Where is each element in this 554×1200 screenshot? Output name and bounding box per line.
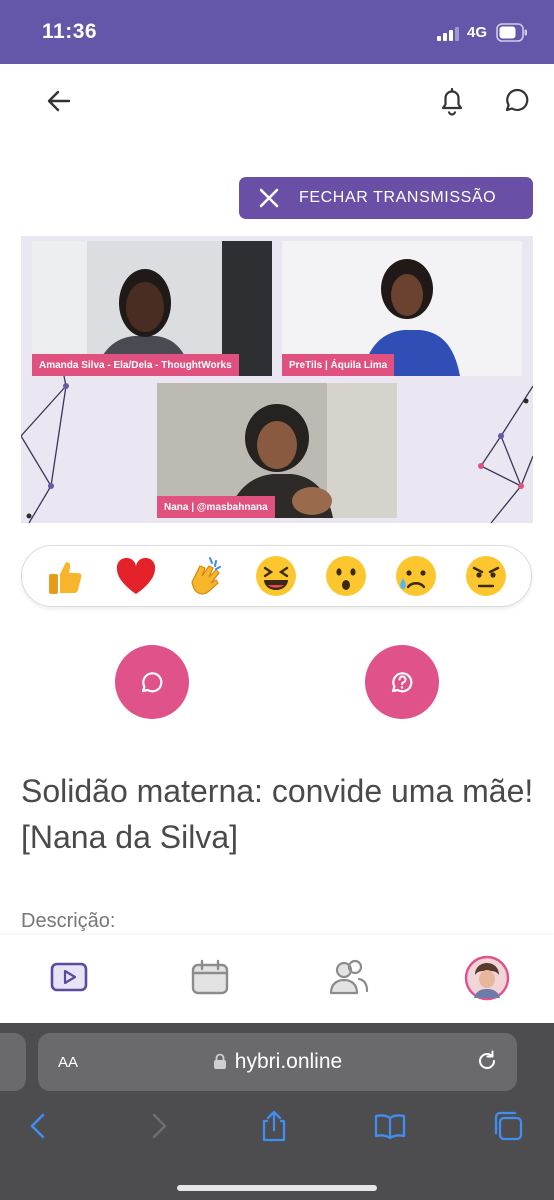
chat-bubble-icon[interactable] [499,84,533,118]
close-stream-label: FECHAR TRANSMISSÃO [299,189,497,206]
clapping-hands-icon[interactable] [182,552,230,600]
signal-icon [437,27,459,41]
live-video-tab-icon[interactable] [46,955,92,1001]
heart-icon[interactable] [112,552,160,600]
participants-tab-icon[interactable] [325,955,371,1001]
network-type: 4G [467,24,488,41]
participant-tile: PreTils | Áquila Lima [282,241,522,376]
sad-face-icon[interactable] [392,552,440,600]
app-header [0,64,554,144]
back-icon[interactable] [22,1109,56,1143]
laughing-face-icon[interactable] [252,552,300,600]
tabs-icon[interactable] [491,1109,525,1143]
close-stream-button[interactable]: FECHAR TRANSMISSÃO [239,177,533,219]
participant-caption: Nana | @masbahnana [157,496,275,518]
app-tab-bar [0,935,554,1023]
angry-face-icon[interactable] [462,552,510,600]
event-title: Solidão materna: convide uma mãe! [Nana … [21,773,534,855]
browser-toolbar: AA hybri.online [0,1023,554,1200]
previous-tab-preview[interactable] [0,1033,26,1091]
participant-tile: Nana | @masbahnana [157,383,397,518]
address-bar[interactable]: AA hybri.online [38,1033,517,1091]
forward-icon[interactable] [141,1109,175,1143]
surprised-face-icon[interactable] [322,552,370,600]
share-icon[interactable] [257,1109,291,1143]
status-bar: 11:36 4G [0,0,554,64]
close-icon [239,187,299,209]
video-stage: Amanda Silva - Ela/Dela - ThoughtWorks P… [21,236,533,523]
calendar-tab-icon[interactable] [187,955,233,1001]
thumbs-up-icon[interactable] [42,552,90,600]
question-bubble-icon [391,672,413,693]
bookmarks-icon[interactable] [373,1109,407,1143]
notifications-bell-icon[interactable] [435,84,469,118]
lock-icon [213,1053,226,1069]
participant-caption: Amanda Silva - Ela/Dela - ThoughtWorks [32,354,239,376]
chat-bubble-icon [141,672,163,693]
chat-button[interactable] [115,645,189,719]
battery-icon [496,23,527,42]
participant-tile: Amanda Silva - Ela/Dela - ThoughtWorks [32,241,272,376]
ask-question-button[interactable] [365,645,439,719]
status-time: 11:36 [42,20,98,43]
reactions-bar [21,545,532,607]
back-arrow-icon[interactable] [42,84,76,118]
reload-icon[interactable] [475,1049,499,1073]
url-text: hybri.online [234,1050,343,1073]
participant-caption: PreTils | Áquila Lima [282,354,395,376]
url-display[interactable]: hybri.online [38,1050,517,1074]
home-indicator [177,1185,377,1191]
description-label: Descrição: [21,910,116,932]
profile-avatar[interactable] [464,955,510,1001]
